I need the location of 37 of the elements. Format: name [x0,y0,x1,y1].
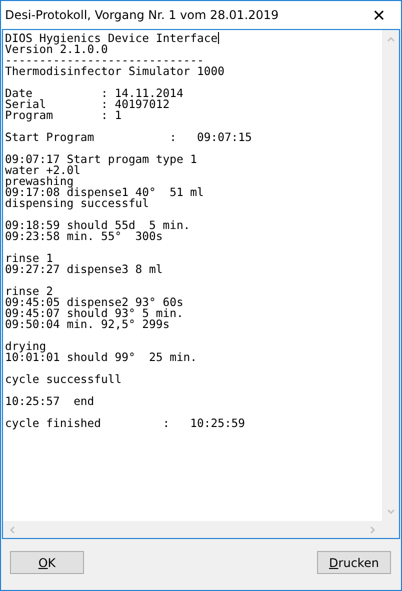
vertical-scrollbar[interactable] [382,30,399,521]
protocol-line: Start Program : 09:07:15 [5,132,252,143]
protocol-line: Version 2.1.0.0 [5,44,108,55]
horizontal-scrollbar[interactable] [3,521,382,538]
protocol-line: 10:25:57 end [5,396,94,407]
protocol-line: 09:45:05 dispense2 93° 60s [5,297,184,308]
protocol-line: DIOS Hygienics Device Interface [5,32,218,44]
scroll-up-icon[interactable] [386,36,394,42]
protocol-line: 10:01:01 should 99° 25 min. [5,352,198,363]
protocol-line: cycle successfull [5,374,122,385]
protocol-line: Date : 14.11.2014 [5,88,184,99]
protocol-line: Program : 1 [5,110,122,121]
protocol-line: water +2.0l [5,165,80,176]
protocol-line: Thermodisinfector Simulator 1000 [5,66,224,77]
text-cursor [218,32,219,44]
protocol-line: Serial : 40197012 [5,99,170,110]
protocol-line: 09:27:27 dispense3 8 ml [5,264,163,275]
protocol-line: drying [5,341,46,352]
protocol-line: rinse 2 [5,286,54,297]
protocol-line: 09:50:04 min. 92,5° 299s [5,319,170,330]
protocol-line: 09:45:07 should 93° 5 min. [5,308,184,319]
protocol-line: cycle finished : 10:25:59 [5,418,246,429]
ok-button[interactable]: OK [10,551,84,574]
protocol-line: 09:07:17 Start progam type 1 [5,154,198,165]
window-title: Desi-Protokoll, Vorgang Nr. 1 vom 28.01.2019 [5,8,279,22]
scroll-left-icon[interactable] [9,526,15,534]
scroll-down-icon[interactable] [386,509,394,515]
protocol-line: 09:18:59 should 55d 5 min. [5,220,190,231]
protocol-text-area[interactable] [2,29,400,539]
protocol-line: rinse 1 [5,253,54,264]
protocol-line: 09:23:58 min. 55° 300s [5,231,163,242]
protocol-line: 09:17:08 dispense1 40° 51 ml [5,187,204,198]
protocol-line: dispensing successful [5,198,150,209]
protocol-line: prewashing [5,176,74,187]
protocol-line: ----------------------------- [5,55,204,66]
scroll-right-icon[interactable] [370,526,376,534]
print-button[interactable]: Drucken [317,551,391,574]
